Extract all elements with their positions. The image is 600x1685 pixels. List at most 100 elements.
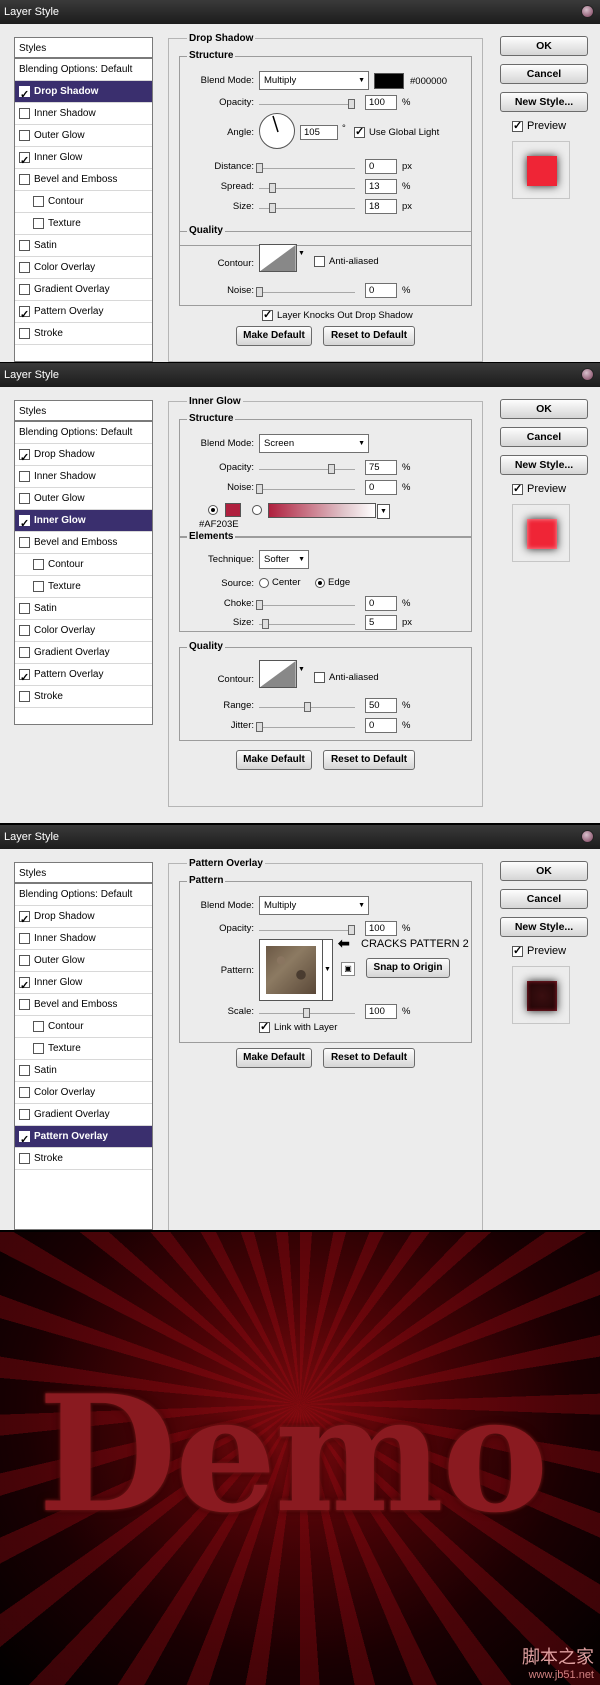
size-input[interactable]: 5	[365, 615, 397, 630]
checkbox-icon[interactable]	[262, 308, 273, 321]
pattern-thumbnail[interactable]	[259, 939, 323, 1001]
noise-input[interactable]: 0	[365, 283, 397, 298]
scale-slider[interactable]	[259, 1008, 355, 1018]
scale-thumb[interactable]	[303, 1008, 310, 1018]
new-style-button[interactable]: New Style...	[500, 455, 588, 475]
checkbox-icon[interactable]	[19, 284, 30, 295]
checkbox-icon[interactable]	[33, 581, 44, 592]
noise-thumb[interactable]	[256, 287, 263, 297]
style-item-outer-glow[interactable]: Outer Glow	[15, 125, 152, 147]
choke-thumb[interactable]	[256, 600, 263, 610]
checkbox-icon[interactable]	[19, 328, 30, 339]
style-item-texture[interactable]: Texture	[15, 1038, 152, 1060]
checkbox-icon[interactable]	[19, 955, 30, 966]
snap-to-origin-button[interactable]: Snap to Origin	[366, 958, 450, 978]
pattern-dropdown-icon[interactable]: ▼	[323, 939, 333, 1001]
checkbox-icon[interactable]	[19, 933, 30, 944]
blending-options-item[interactable]: Blending Options: Default	[15, 422, 152, 444]
blend-mode-select[interactable]: Multiply	[259, 896, 369, 915]
radio-icon[interactable]	[259, 577, 269, 588]
style-item-bevel-and-emboss[interactable]: Bevel and Emboss	[15, 169, 152, 191]
shadow-color-swatch[interactable]	[374, 73, 404, 89]
close-icon[interactable]	[581, 368, 594, 381]
style-item-stroke[interactable]: Stroke	[15, 686, 152, 708]
jitter-input[interactable]: 0	[365, 718, 397, 733]
new-preset-icon[interactable]: ▣	[341, 962, 355, 976]
close-icon[interactable]	[581, 5, 594, 18]
styles-header[interactable]: Styles	[15, 401, 152, 422]
choke-input[interactable]: 0	[365, 596, 397, 611]
radio-icon[interactable]	[315, 577, 325, 588]
cancel-button[interactable]: Cancel	[500, 64, 588, 84]
checkbox-icon[interactable]	[354, 125, 365, 138]
preview-checkbox[interactable]: Preview	[512, 482, 566, 495]
style-item-gradient-overlay[interactable]: Gradient Overlay	[15, 1104, 152, 1126]
style-item-bevel-and-emboss[interactable]: Bevel and Emboss	[15, 532, 152, 554]
style-item-inner-shadow[interactable]: Inner Shadow	[15, 466, 152, 488]
style-item-texture[interactable]: Texture	[15, 213, 152, 235]
reset-default-button[interactable]: Reset to Default	[323, 326, 415, 346]
range-input[interactable]: 50	[365, 698, 397, 713]
opacity-input[interactable]: 75	[365, 460, 397, 475]
style-item-inner-glow[interactable]: Inner Glow	[15, 972, 152, 997]
color-mode-radio[interactable]	[208, 505, 221, 518]
style-item-gradient-overlay[interactable]: Gradient Overlay	[15, 279, 152, 301]
style-item-color-overlay[interactable]: Color Overlay	[15, 257, 152, 279]
checkbox-icon[interactable]	[19, 493, 30, 504]
opacity-input[interactable]: 100	[365, 921, 397, 936]
noise-thumb[interactable]	[256, 484, 263, 494]
ok-button[interactable]: OK	[500, 399, 588, 419]
style-item-satin[interactable]: Satin	[15, 598, 152, 620]
style-item-outer-glow[interactable]: Outer Glow	[15, 488, 152, 510]
anti-aliased-checkbox[interactable]: Anti-aliased	[314, 672, 379, 683]
spread-thumb[interactable]	[269, 183, 276, 193]
opacity-thumb[interactable]	[348, 925, 355, 935]
checkbox-icon[interactable]	[19, 909, 30, 931]
preview-checkbox[interactable]: Preview	[512, 944, 566, 957]
size-input[interactable]: 18	[365, 199, 397, 214]
style-item-drop-shadow[interactable]: Drop Shadow	[15, 444, 152, 469]
checkbox-icon[interactable]	[19, 513, 30, 535]
distance-thumb[interactable]	[256, 163, 263, 173]
size-thumb[interactable]	[269, 203, 276, 213]
checkbox-icon[interactable]	[19, 1129, 30, 1151]
contour-dropdown-icon[interactable]: ▼	[298, 250, 305, 257]
noise-input[interactable]: 0	[365, 480, 397, 495]
style-item-gradient-overlay[interactable]: Gradient Overlay	[15, 642, 152, 664]
style-item-contour[interactable]: Contour	[15, 554, 152, 576]
checkbox-icon[interactable]	[19, 625, 30, 636]
checkbox-icon[interactable]	[19, 304, 30, 326]
knocks-out-checkbox[interactable]: Layer Knocks Out Drop Shadow	[262, 308, 413, 321]
checkbox-icon[interactable]	[33, 218, 44, 229]
styles-header[interactable]: Styles	[15, 863, 152, 884]
radio-icon[interactable]	[252, 505, 262, 515]
style-item-contour[interactable]: Contour	[15, 191, 152, 213]
style-item-stroke[interactable]: Stroke	[15, 323, 152, 345]
checkbox-icon[interactable]	[33, 1043, 44, 1054]
jitter-thumb[interactable]	[256, 722, 263, 732]
reset-default-button[interactable]: Reset to Default	[323, 1048, 415, 1068]
checkbox-icon[interactable]	[512, 482, 523, 495]
checkbox-icon[interactable]	[512, 119, 523, 132]
opacity-slider[interactable]	[259, 99, 355, 109]
glow-color-swatch[interactable]	[225, 503, 241, 517]
checkbox-icon[interactable]	[19, 108, 30, 119]
scale-input[interactable]: 100	[365, 1004, 397, 1019]
style-item-stroke[interactable]: Stroke	[15, 1148, 152, 1170]
style-item-inner-glow[interactable]: Inner Glow	[15, 147, 152, 172]
style-item-inner-glow[interactable]: Inner Glow	[15, 510, 152, 535]
source-edge-radio[interactable]: Edge	[315, 577, 350, 588]
checkbox-icon[interactable]	[33, 559, 44, 570]
contour-picker[interactable]	[259, 660, 297, 688]
checkbox-icon[interactable]	[259, 1020, 270, 1033]
angle-dial[interactable]	[259, 113, 295, 149]
opacity-thumb[interactable]	[348, 99, 355, 109]
source-center-radio[interactable]: Center	[259, 577, 301, 588]
checkbox-icon[interactable]	[19, 647, 30, 658]
checkbox-icon[interactable]	[19, 975, 30, 997]
style-item-contour[interactable]: Contour	[15, 1016, 152, 1038]
opacity-input[interactable]: 100	[365, 95, 397, 110]
opacity-slider[interactable]	[259, 464, 355, 474]
style-item-inner-shadow[interactable]: Inner Shadow	[15, 928, 152, 950]
style-item-texture[interactable]: Texture	[15, 576, 152, 598]
